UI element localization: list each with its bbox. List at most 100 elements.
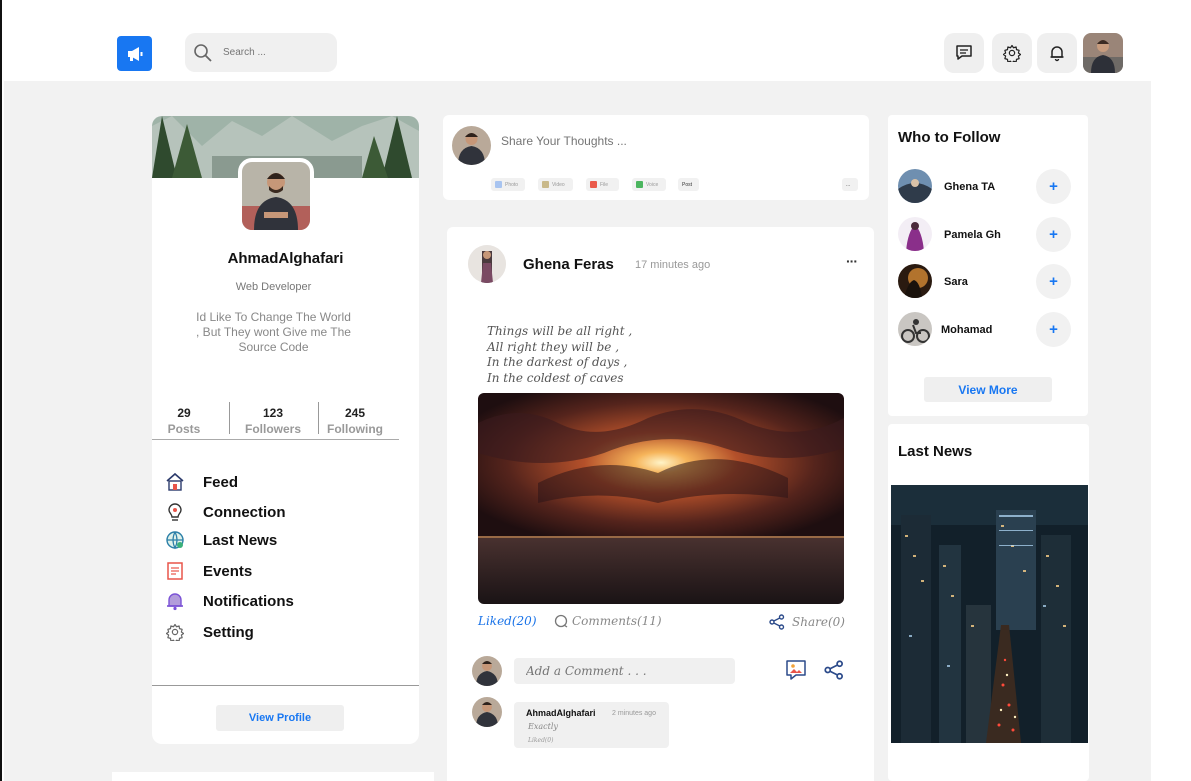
menu-label: Last News: [203, 531, 278, 549]
who-to-follow-card: Who to Follow Ghena TA + Pamela Gh + Sar…: [888, 115, 1088, 416]
poem-line: In the darkest of days ,: [487, 355, 628, 369]
follow-button[interactable]: +: [1036, 312, 1071, 347]
connection-icon: [165, 502, 185, 522]
chip-label: Photo: [505, 181, 519, 188]
follow-name[interactable]: Sara: [944, 276, 968, 288]
comment-like-button[interactable]: Liked(0): [528, 737, 553, 744]
divider: [229, 402, 230, 434]
message-icon: [956, 45, 972, 60]
file-chip[interactable]: File: [586, 178, 619, 191]
chip-label: File: [600, 181, 609, 188]
follow-button[interactable]: +: [1036, 217, 1071, 252]
menu-item-last-news[interactable]: Last News: [165, 528, 277, 552]
stat-label: Followers: [244, 422, 301, 436]
view-more-button[interactable]: View More: [924, 377, 1052, 402]
image-upload-icon[interactable]: [785, 659, 807, 686]
menu-item-connection[interactable]: Connection: [165, 500, 286, 524]
section-title: Who to Follow: [898, 129, 1001, 146]
post-time: 17 minutes ago: [635, 259, 711, 271]
avatar: [472, 656, 502, 686]
profile-stats: 29 Posts 123 Followers 245 Following: [152, 402, 399, 440]
app-logo[interactable]: [117, 36, 152, 71]
bio-line: Source Code: [238, 340, 309, 354]
settings-button[interactable]: [992, 33, 1032, 73]
right-margin: [1151, 81, 1191, 781]
share-icon[interactable]: [824, 660, 844, 685]
avatar[interactable]: [898, 264, 932, 298]
chip-label: Video: [552, 181, 565, 188]
comments-button[interactable]: Comments(11): [554, 614, 662, 628]
poem-line: Things will be all right ,: [487, 324, 633, 338]
photo-chip[interactable]: Photo: [491, 178, 525, 191]
file-icon: [590, 181, 597, 188]
profile-card: AhmadAlghafari Web Developer Id Like To …: [152, 116, 419, 744]
next-card-edge: [112, 772, 434, 781]
avatar[interactable]: [898, 217, 932, 251]
megaphone-icon: [127, 46, 142, 61]
follow-name[interactable]: Pamela Gh: [944, 229, 1001, 241]
menu-item-events[interactable]: Events: [165, 559, 252, 583]
home-icon: [165, 472, 185, 492]
notifications-button[interactable]: [1037, 33, 1077, 73]
poem-line: In the coldest of caves: [487, 370, 624, 385]
follow-suggestion: Pamela Gh +: [898, 217, 1071, 253]
follow-button[interactable]: +: [1036, 264, 1071, 299]
video-icon: [542, 181, 549, 188]
app-frame: AhmadAlghafari Web Developer Id Like To …: [0, 0, 1191, 781]
follow-suggestion: Sara +: [898, 264, 1071, 300]
avatar[interactable]: [468, 245, 506, 283]
profile-bio: Id Like To Change The World , But They w…: [182, 310, 365, 355]
user-avatar[interactable]: [1083, 33, 1123, 73]
comment-author[interactable]: AhmadAlghafari: [526, 708, 596, 718]
stat-followers[interactable]: 123 Followers: [238, 406, 308, 436]
post-composer: Photo Video File Voice Post ...: [443, 115, 869, 200]
follow-name[interactable]: Mohamad: [941, 324, 992, 336]
post-text: Things will be all right , All right the…: [487, 324, 632, 386]
share-icon: [769, 614, 785, 630]
profile-photo[interactable]: [238, 158, 314, 234]
more-options-icon[interactable]: ···: [846, 253, 858, 269]
menu-item-feed[interactable]: Feed: [165, 470, 238, 494]
like-button[interactable]: Liked(20): [478, 614, 537, 628]
section-title: Last News: [898, 443, 973, 460]
menu-label: Feed: [203, 473, 239, 491]
view-profile-button[interactable]: View Profile: [216, 705, 344, 731]
stat-label: Following: [327, 422, 383, 436]
profile-role: Web Developer: [235, 281, 312, 293]
menu-label: Connection: [203, 503, 286, 521]
sunset-image: [478, 393, 844, 604]
share-thoughts-input[interactable]: [501, 134, 801, 148]
avatar[interactable]: [898, 312, 932, 346]
photo-icon: [495, 181, 502, 188]
post-image[interactable]: [478, 393, 844, 604]
menu-label: Events: [203, 562, 253, 580]
last-news-card: Last News: [888, 424, 1089, 781]
search-input[interactable]: [223, 47, 323, 58]
share-button[interactable]: Share(0): [769, 614, 845, 630]
menu-item-setting[interactable]: Setting: [165, 620, 254, 644]
avatar: [452, 126, 491, 165]
follow-suggestion: Mohamad +: [898, 312, 1071, 348]
menu-label: Setting: [203, 623, 254, 641]
stat-value: 245: [344, 406, 366, 420]
chip-label: Post: [682, 181, 693, 188]
avatar: [472, 697, 502, 727]
globe-icon: [165, 530, 185, 550]
follow-name[interactable]: Ghena TA: [944, 181, 995, 193]
comment-time: 2 minutes ago: [612, 710, 656, 717]
stat-posts[interactable]: 29 Posts: [152, 406, 219, 436]
more-options-button[interactable]: ...: [842, 178, 858, 191]
stat-following[interactable]: 245 Following: [320, 406, 390, 436]
post-button[interactable]: Post: [678, 178, 699, 191]
voice-chip[interactable]: Voice: [632, 178, 666, 191]
comment-input[interactable]: [514, 658, 735, 684]
video-chip[interactable]: Video: [538, 178, 573, 191]
follow-button[interactable]: +: [1036, 169, 1071, 204]
post-author[interactable]: Ghena Feras: [523, 256, 614, 273]
city-night-image: [891, 485, 1088, 743]
news-image[interactable]: [891, 485, 1088, 743]
search-bar[interactable]: [185, 33, 337, 72]
messages-button[interactable]: [944, 33, 984, 73]
avatar[interactable]: [898, 169, 932, 203]
menu-item-notifications[interactable]: Notifications: [165, 589, 294, 613]
